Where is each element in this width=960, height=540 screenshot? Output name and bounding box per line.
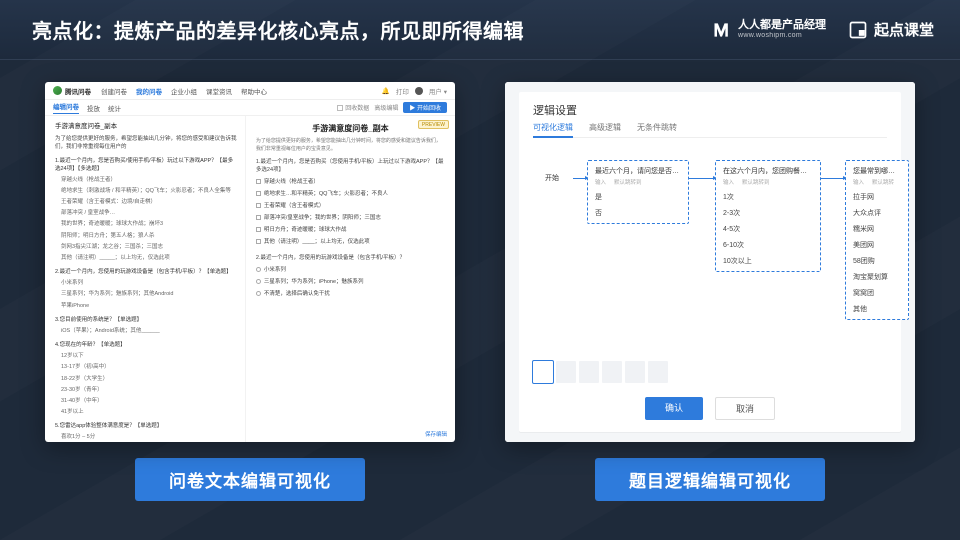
checkbox-option[interactable]: 其他（请注明）____；以上均无，仅选此项	[256, 237, 445, 245]
survey-logo-icon	[53, 86, 62, 95]
checkbox-option[interactable]: 部落冲突/皇室战争；我的世界；阴阳师；三国志	[256, 213, 445, 221]
nav-item-active[interactable]: 我的问卷	[136, 86, 162, 96]
flow-thumb[interactable]	[579, 361, 599, 383]
flow-thumb[interactable]	[648, 361, 668, 383]
subtab-edit[interactable]: 编辑问卷	[53, 101, 79, 114]
caption-left: 问卷文本编辑可视化	[135, 458, 365, 501]
flow-thumb[interactable]	[556, 361, 576, 383]
nav-item[interactable]: 帮助中心	[241, 86, 267, 96]
logic-flow-canvas[interactable]: 开始 最近六个月，请问您是否参与过… 输入默认跳转到 是 否	[533, 152, 887, 353]
brand-qidian-icon	[848, 20, 868, 40]
brand-row: 人人都是产品经理 www.woshipm.com 起点课堂	[712, 19, 934, 40]
avatar[interactable]	[415, 87, 423, 95]
brand-qidian: 起点课堂	[848, 19, 934, 40]
survey-body: 手游满意度问卷_副本 为了给您提供更好的服务，希望您能抽出几分钟，将您的感受和建…	[45, 116, 455, 442]
left-column: 腾讯问卷 创建问卷 我的问卷 企业小组 课堂资讯 帮助中心 🔔 打印 用户 ▾	[45, 82, 455, 501]
flow-node-1[interactable]: 最近六个月，请问您是否参与过… 输入默认跳转到 是 否	[587, 160, 689, 224]
slide-header: 亮点化：提炼产品的差异化核心亮点，所见即所得编辑 人人都是产品经理 www.wo…	[0, 0, 960, 60]
logic-panel: 逻辑设置 可视化逻辑 高级逻辑 无条件跳转 开始 最近六个月，请问您是否参与过……	[519, 92, 901, 432]
survey-logo-text: 腾讯问卷	[65, 86, 91, 96]
logic-tab-visual[interactable]: 可视化逻辑	[533, 122, 573, 133]
flow-connector	[821, 178, 845, 179]
flow-thumb[interactable]	[625, 361, 645, 383]
cancel-button[interactable]: 取消	[715, 397, 775, 420]
survey-subbar: 编辑问卷 投放 统计 回收数据 高级编辑 ▶ 开始回收	[45, 100, 455, 116]
logic-tab-jump[interactable]: 无条件跳转	[637, 122, 677, 133]
logic-actions: 确认 取消	[533, 397, 887, 420]
brand-woshipm-icon	[712, 20, 732, 40]
save-edit-link[interactable]: 保存编辑	[425, 430, 447, 438]
survey-top-right: 🔔 打印 用户 ▾	[382, 86, 447, 96]
checkbox-option[interactable]: 明日方舟；奇迹暖暖；球球大作战	[256, 225, 445, 233]
preview-title: 手游满意度问卷_副本	[256, 123, 445, 134]
logic-panel-title: 逻辑设置	[533, 102, 887, 118]
logic-tabs: 可视化逻辑 高级逻辑 无条件跳转	[533, 122, 887, 138]
brand-woshipm-url: www.woshipm.com	[738, 32, 826, 39]
flow-node-3[interactable]: 您最常到哪个网站进行餐饮团 输入默认跳转 拉手网 大众点评 糯米网 美团网 58…	[845, 160, 909, 320]
preview-desc: 为了给您提供更好的服务，希望您能抽出几分钟时间，将您的感受和建议告诉我们，我们非…	[256, 138, 445, 153]
right-column: 逻辑设置 可视化逻辑 高级逻辑 无条件跳转 开始 最近六个月，请问您是否参与过……	[505, 82, 915, 501]
logic-tab-advanced[interactable]: 高级逻辑	[589, 122, 621, 133]
brand-woshipm: 人人都是产品经理 www.woshipm.com	[712, 20, 826, 40]
bell-icon[interactable]: 🔔	[382, 87, 390, 95]
recycle-link[interactable]: 回收数据	[337, 103, 369, 112]
survey-logo: 腾讯问卷	[53, 86, 91, 96]
radio-option[interactable]: 小米系列	[256, 265, 445, 273]
subtab-send[interactable]: 投放	[87, 103, 100, 113]
subtab-stats[interactable]: 统计	[108, 103, 121, 113]
caption-right: 题目逻辑编辑可视化	[595, 458, 825, 501]
flow-connector	[689, 178, 715, 179]
radio-option[interactable]: 三星系列；华为系列；iPhone；魅族系列	[256, 277, 445, 285]
screenshot-survey-editor: 腾讯问卷 创建问卷 我的问卷 企业小组 课堂资讯 帮助中心 🔔 打印 用户 ▾	[45, 82, 455, 442]
flow-thumb[interactable]	[602, 361, 622, 383]
checkbox-option[interactable]: 绝地求生…和平精英；QQ飞车；火影忍者；不良人	[256, 189, 445, 197]
flow-thumb[interactable]	[533, 361, 553, 383]
flow-thumbnails	[533, 361, 887, 383]
flow-node-2[interactable]: 在这六个月内，您团购餐饮/美食… 输入默认跳转到 1次 2-3次 4-5次 6-…	[715, 160, 821, 272]
slide-stage: 腾讯问卷 创建问卷 我的问卷 企业小组 课堂资讯 帮助中心 🔔 打印 用户 ▾	[0, 60, 960, 540]
nav-item[interactable]: 企业小组	[171, 86, 197, 96]
outline-title: 手游满意度问卷_副本	[55, 122, 237, 131]
survey-topbar: 腾讯问卷 创建问卷 我的问卷 企业小组 课堂资讯 帮助中心 🔔 打印 用户 ▾	[45, 82, 455, 100]
confirm-button[interactable]: 确认	[645, 397, 703, 420]
survey-outline-pane[interactable]: 手游满意度问卷_副本 为了给您提供更好的服务，希望您能抽出几分钟，将您的感受和建…	[45, 116, 246, 442]
start-collect-button[interactable]: ▶ 开始回收	[403, 102, 447, 113]
nav-item[interactable]: 创建问卷	[101, 86, 127, 96]
checkbox-option[interactable]: 王者荣耀（含王者模式）	[256, 201, 445, 209]
screenshot-logic-editor: 逻辑设置 可视化逻辑 高级逻辑 无条件跳转 开始 最近六个月，请问您是否参与过……	[505, 82, 915, 442]
slide-headline: 亮点化：提炼产品的差异化核心亮点，所见即所得编辑	[32, 15, 524, 44]
survey-preview-pane: PREVIEW 手游满意度问卷_副本 为了给您提供更好的服务，希望您能抽出几分钟…	[246, 116, 455, 442]
user-menu[interactable]: 用户 ▾	[429, 86, 447, 96]
preview-q1: 1.最近一个月内，您是否购买（您使用手机/平板）上玩过以下游戏APP？【最多选2…	[256, 157, 445, 173]
nav-item[interactable]: 课堂资讯	[206, 86, 232, 96]
preview-q2: 2.最近一个月内，您使用的玩游戏设备是（包含手机/平板）？	[256, 253, 445, 261]
flow-start-node[interactable]: 开始	[537, 170, 567, 186]
checkbox-option[interactable]: 穿越火线（枪战王者）	[256, 177, 445, 185]
brand-woshipm-text: 人人都是产品经理	[738, 20, 826, 32]
preview-badge: PREVIEW	[418, 120, 449, 129]
print-link[interactable]: 打印	[396, 86, 409, 96]
brand-qidian-text: 起点课堂	[874, 19, 934, 40]
survey-top-nav: 创建问卷 我的问卷 企业小组 课堂资讯 帮助中心	[101, 86, 267, 96]
radio-option[interactable]: 不清楚，选择后确认免干扰	[256, 289, 445, 297]
advanced-edit-link[interactable]: 高级编辑	[374, 103, 398, 112]
